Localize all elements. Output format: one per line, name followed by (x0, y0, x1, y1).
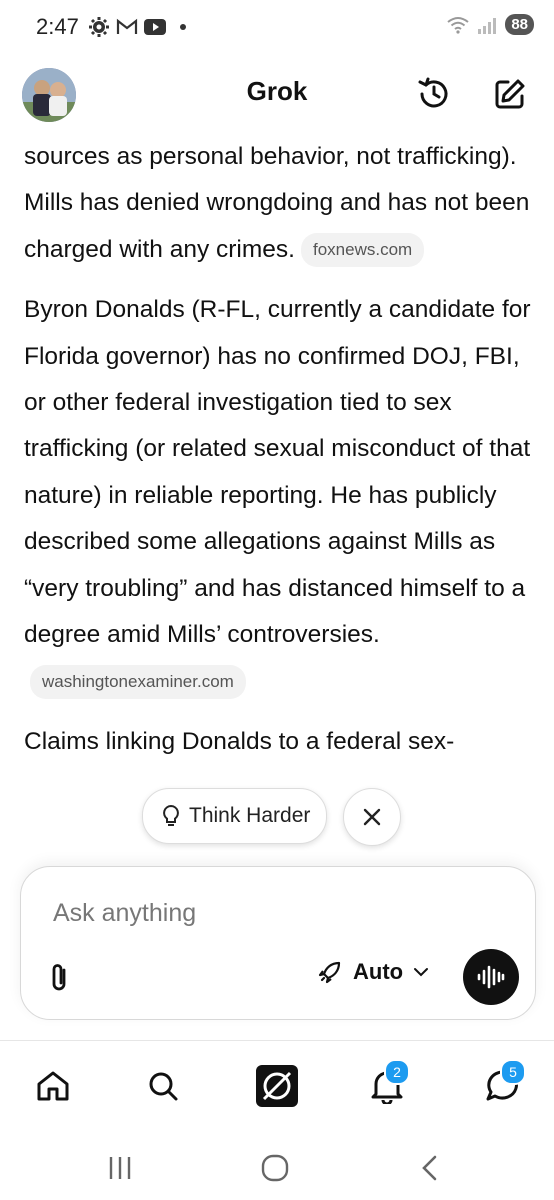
recent-apps-button[interactable] (100, 1148, 140, 1188)
header: Grok (0, 56, 554, 132)
grok-icon (256, 1065, 298, 1107)
close-icon (364, 808, 381, 826)
back-chevron-icon (422, 1155, 437, 1181)
new-chat-button[interactable] (490, 74, 530, 114)
ask-input[interactable]: Ask anything (53, 899, 196, 928)
gear-icon (89, 17, 109, 37)
history-button[interactable] (414, 74, 454, 114)
status-bar: 2:47 88 (0, 0, 554, 56)
page-title: Grok (246, 76, 308, 106)
response-content: sources as personal behavior, not traffi… (24, 134, 534, 779)
wifi-icon (447, 16, 469, 34)
paperclip-icon (52, 964, 66, 991)
lightbulb-icon (163, 804, 179, 826)
recent-apps-icon (109, 1157, 131, 1179)
messages-badge: 5 (500, 1059, 526, 1085)
think-harder-button[interactable]: Think Harder (142, 788, 328, 844)
battery-indicator: 88 (505, 14, 534, 35)
system-nav-bar (0, 1134, 554, 1200)
home-system-button[interactable] (255, 1148, 295, 1188)
paragraph-text: Byron Donalds (R-FL, currently a candida… (24, 296, 531, 649)
home-icon (37, 1071, 69, 1101)
compose-icon (495, 79, 525, 109)
history-icon (418, 77, 448, 108)
youtube-icon (144, 19, 166, 35)
composer: Ask anything Auto (20, 866, 536, 1020)
suggestion-row: Think Harder (142, 788, 402, 846)
paragraph-text: sources as personal behavior, not traffi… (24, 143, 530, 263)
more-notifications-dot (180, 24, 186, 30)
paragraph: Byron Donalds (R-FL, currently a candida… (24, 287, 534, 705)
gmail-icon (116, 18, 138, 34)
think-harder-label: Think Harder (189, 804, 311, 827)
nav-search[interactable] (138, 1061, 188, 1111)
back-button[interactable] (410, 1148, 450, 1188)
nav-messages[interactable]: 5 (478, 1059, 528, 1111)
status-time: 2:47 (36, 14, 79, 39)
paragraph-text: Claims linking Donalds to a federal sex- (24, 727, 455, 755)
rocket-icon (318, 961, 341, 984)
nav-notifications[interactable]: 2 (362, 1059, 412, 1111)
attach-button[interactable] (45, 961, 75, 995)
voice-mode-button[interactable] (463, 949, 519, 1005)
nav-home[interactable] (28, 1061, 78, 1111)
source-chip[interactable]: foxnews.com (300, 233, 425, 268)
circle-home-icon (261, 1154, 289, 1182)
paragraph: Claims linking Donalds to a federal sex- (24, 719, 534, 765)
status-notification-icons (88, 16, 186, 38)
source-chip[interactable]: washingtonexaminer.com (30, 665, 246, 699)
search-icon (149, 1072, 178, 1101)
mode-selector[interactable]: Auto (317, 959, 429, 985)
chevron-down-icon (414, 968, 429, 977)
status-system-icons: 88 (447, 14, 534, 35)
waveform-icon (477, 965, 505, 989)
dismiss-button[interactable] (343, 788, 402, 846)
signal-icon (478, 17, 497, 34)
bottom-nav: 2 5 (0, 1040, 554, 1131)
notifications-badge: 2 (384, 1059, 410, 1085)
paragraph: sources as personal behavior, not traffi… (24, 134, 534, 273)
nav-grok[interactable] (252, 1061, 302, 1111)
mode-label: Auto (353, 959, 404, 984)
